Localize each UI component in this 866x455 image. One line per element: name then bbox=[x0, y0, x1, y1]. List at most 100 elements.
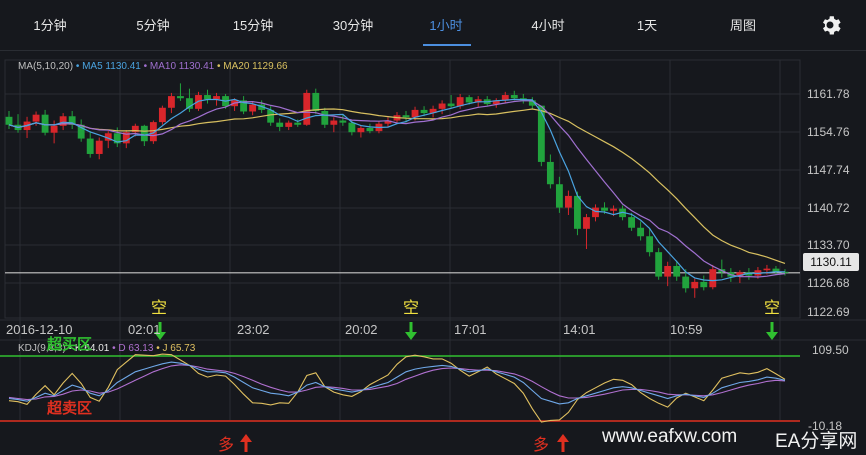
candle-body bbox=[86, 138, 94, 154]
candle-body bbox=[312, 92, 320, 111]
candle-body bbox=[32, 114, 40, 122]
candle-body bbox=[321, 110, 329, 125]
candle-body bbox=[664, 265, 672, 277]
tab-week[interactable]: 周图 bbox=[708, 0, 778, 50]
candle-body bbox=[177, 96, 184, 99]
price-chart[interactable] bbox=[0, 51, 866, 455]
price-tick: 1122.69 bbox=[807, 305, 850, 319]
candle-body bbox=[537, 105, 545, 162]
d-legend: • D 63.13 bbox=[112, 343, 154, 354]
candle-body bbox=[276, 122, 284, 127]
candle-body bbox=[691, 281, 699, 289]
candle-body bbox=[709, 269, 717, 288]
ma10-line bbox=[8, 100, 786, 278]
sell-signal-label: 空 bbox=[403, 300, 420, 317]
time-tick: 23:02 bbox=[237, 322, 270, 337]
price-tick: 1154.76 bbox=[807, 125, 850, 139]
candle-body bbox=[700, 281, 708, 288]
kdj-top-value: 109.50 bbox=[812, 343, 849, 357]
candle-body bbox=[763, 268, 771, 271]
price-tick: 1140.72 bbox=[807, 201, 850, 215]
candle-body bbox=[294, 122, 302, 125]
time-tick: 17:01 bbox=[454, 322, 487, 337]
overbought-zone-label: 超买区 bbox=[47, 336, 93, 353]
time-tick: 10:59 bbox=[670, 322, 703, 337]
ma-legend: MA(5,10,20) • MA5 1130.41 • MA10 1130.41… bbox=[18, 61, 288, 72]
gear-icon[interactable] bbox=[818, 13, 842, 37]
ma-legend-title: MA(5,10,20) bbox=[18, 61, 74, 72]
time-tick: 02:01 bbox=[128, 322, 161, 337]
watermark-site: www.eafxw.com bbox=[602, 426, 738, 447]
candle-body bbox=[285, 122, 293, 127]
candle-body bbox=[249, 104, 257, 112]
candle-body bbox=[637, 227, 645, 237]
sell-signal-label: 空 bbox=[764, 300, 781, 317]
candle-body bbox=[447, 103, 455, 107]
sell-arrow-icon bbox=[766, 332, 778, 340]
candle-body bbox=[204, 95, 211, 100]
candle-body bbox=[402, 115, 410, 118]
active-tab-indicator bbox=[423, 44, 471, 46]
tab-1day[interactable]: 1天 bbox=[612, 0, 682, 50]
kdj-d-line bbox=[8, 364, 786, 401]
candle-body bbox=[366, 127, 374, 132]
buy-signal-label: 多 bbox=[218, 437, 235, 454]
candle-body bbox=[95, 140, 103, 154]
time-tick: 14:01 bbox=[563, 322, 596, 337]
candle-body bbox=[465, 97, 473, 103]
price-tick: 1161.78 bbox=[807, 87, 850, 101]
candle-body bbox=[420, 109, 428, 114]
j-legend: • J 65.73 bbox=[156, 343, 196, 354]
candle-body bbox=[574, 195, 581, 229]
ma20-legend: • MA20 1129.66 bbox=[217, 61, 288, 72]
timeframe-tab-bar: 1分钟 5分钟 15分钟 30分钟 1小时 4小时 1天 周图 bbox=[0, 0, 866, 50]
candle-body bbox=[510, 95, 518, 99]
candle-body bbox=[601, 207, 608, 211]
candle-body bbox=[673, 265, 681, 277]
kdj-j-line bbox=[8, 353, 786, 423]
candle-body bbox=[583, 217, 590, 229]
candle-body bbox=[140, 125, 148, 142]
candle-body bbox=[564, 195, 572, 208]
buy-arrow-icon bbox=[557, 434, 569, 442]
ma10-legend: • MA10 1130.41 bbox=[143, 61, 215, 72]
tab-30min[interactable]: 30分钟 bbox=[318, 0, 388, 50]
candle-body bbox=[303, 92, 311, 125]
kdj-legend: KDJ(9,3,3) • K 64.01 • D 63.13 • J 65.73 bbox=[18, 343, 195, 354]
candle-body bbox=[610, 208, 617, 211]
candle-body bbox=[682, 276, 690, 289]
candle-body bbox=[167, 96, 175, 108]
candle-body bbox=[655, 252, 663, 277]
oversold-zone-label: 超卖区 bbox=[47, 400, 93, 417]
ma5-legend: • MA5 1130.41 bbox=[75, 61, 141, 72]
candle-body bbox=[5, 116, 13, 125]
candle-body bbox=[438, 103, 446, 109]
buy-signal-label: 多 bbox=[533, 437, 550, 454]
price-tick: 1133.70 bbox=[807, 238, 850, 252]
candle-body bbox=[330, 120, 338, 125]
candle-body bbox=[195, 95, 202, 109]
tab-15min[interactable]: 15分钟 bbox=[218, 0, 288, 50]
price-tick: 1126.68 bbox=[807, 276, 850, 290]
sell-signal-label: 空 bbox=[151, 300, 168, 317]
candle-body bbox=[646, 236, 654, 253]
price-tick: 1147.74 bbox=[807, 163, 850, 177]
candle-body bbox=[339, 120, 347, 123]
candle-body bbox=[555, 184, 563, 208]
watermark-brand: EA分享网 bbox=[775, 431, 858, 452]
candle-body bbox=[348, 122, 356, 133]
tab-1hour[interactable]: 1小时 bbox=[416, 0, 476, 50]
tab-5min[interactable]: 5分钟 bbox=[118, 0, 188, 50]
price-panel-border bbox=[4, 59, 801, 319]
buy-arrow-icon bbox=[240, 434, 252, 442]
current-price-tag: 1130.11 bbox=[803, 253, 859, 271]
candle-body bbox=[50, 125, 58, 133]
tab-4hour[interactable]: 4小时 bbox=[513, 0, 583, 50]
sell-arrow-icon bbox=[405, 332, 417, 340]
candle-body bbox=[213, 96, 220, 100]
candle-body bbox=[546, 161, 554, 185]
tab-1min[interactable]: 1分钟 bbox=[15, 0, 85, 50]
candle-body bbox=[158, 107, 166, 123]
candle-body bbox=[357, 127, 365, 133]
time-tick: 20:02 bbox=[345, 322, 378, 337]
